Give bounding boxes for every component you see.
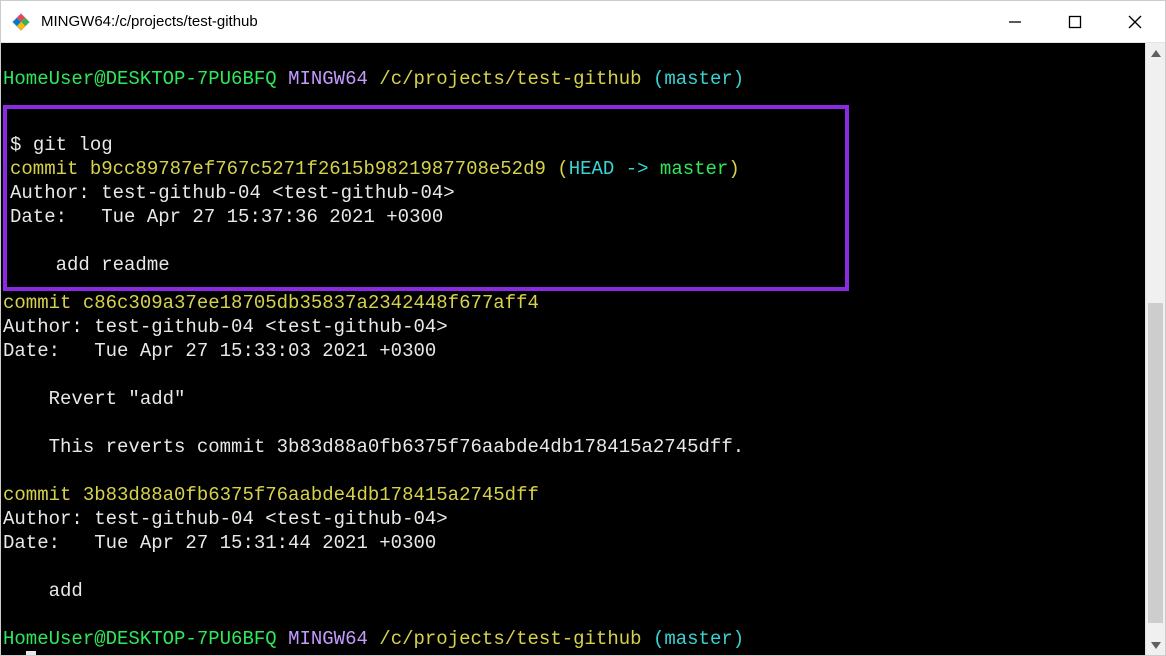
highlighted-commit-box: $ git log commit b9cc89787ef767c5271f261…	[3, 105, 849, 291]
maximize-button[interactable]	[1045, 1, 1105, 42]
prompt-path: /c/projects/test-github	[379, 628, 641, 650]
scroll-down-button[interactable]	[1146, 635, 1165, 655]
commit-line: commit 3b83d88a0fb6375f76aabde4db178415a…	[3, 484, 539, 506]
terminal[interactable]: HomeUser@DESKTOP-7PU6BFQ MINGW64 /c/proj…	[1, 43, 1145, 655]
scroll-thumb[interactable]	[1148, 303, 1163, 623]
head-paren-close: )	[728, 158, 739, 180]
vertical-scrollbar[interactable]	[1145, 43, 1165, 655]
app-window: MINGW64:/c/projects/test-github HomeUser…	[0, 0, 1166, 656]
prompt-userhost: HomeUser@DESKTOP-7PU6BFQ	[3, 628, 277, 650]
scroll-up-button[interactable]	[1146, 43, 1165, 63]
close-button[interactable]	[1105, 1, 1165, 42]
head-label: HEAD ->	[569, 158, 660, 180]
window-controls	[985, 1, 1165, 42]
commit-author: Author: test-github-04 <test-github-04>	[3, 316, 448, 338]
app-icon	[1, 13, 41, 31]
commit-body: This reverts commit 3b83d88a0fb6375f76aa…	[3, 436, 744, 458]
commit-author: Author: test-github-04 <test-github-04>	[10, 182, 455, 204]
commit-message: Revert "add"	[3, 388, 185, 410]
commit-line: commit b9cc89787ef767c5271f2615b98219877…	[10, 158, 546, 180]
prompt-shell: MINGW64	[288, 68, 368, 90]
prompt-shell: MINGW64	[288, 628, 368, 650]
commit-date: Date: Tue Apr 27 15:37:36 2021 +0300	[10, 206, 443, 228]
head-branch: master	[660, 158, 728, 180]
window-title: MINGW64:/c/projects/test-github	[41, 13, 985, 30]
prompt-path: /c/projects/test-github	[379, 68, 641, 90]
titlebar[interactable]: MINGW64:/c/projects/test-github	[1, 1, 1165, 43]
commit-date: Date: Tue Apr 27 15:33:03 2021 +0300	[3, 340, 436, 362]
commit-line: commit c86c309a37ee18705db35837a2342448f…	[3, 292, 539, 314]
commit-message: add	[3, 580, 83, 602]
commit-author: Author: test-github-04 <test-github-04>	[3, 508, 448, 530]
prompt-branch: (master)	[653, 68, 744, 90]
cursor	[26, 651, 36, 655]
commit-message: add readme	[10, 254, 170, 276]
prompt-userhost: HomeUser@DESKTOP-7PU6BFQ	[3, 68, 277, 90]
prompt-dollar: $	[10, 134, 33, 156]
prompt-dollar: $	[3, 653, 26, 655]
command-text: git log	[33, 134, 113, 156]
commit-date: Date: Tue Apr 27 15:31:44 2021 +0300	[3, 532, 436, 554]
prompt-branch: (master)	[653, 628, 744, 650]
minimize-button[interactable]	[985, 1, 1045, 42]
head-paren-open: (	[546, 158, 569, 180]
